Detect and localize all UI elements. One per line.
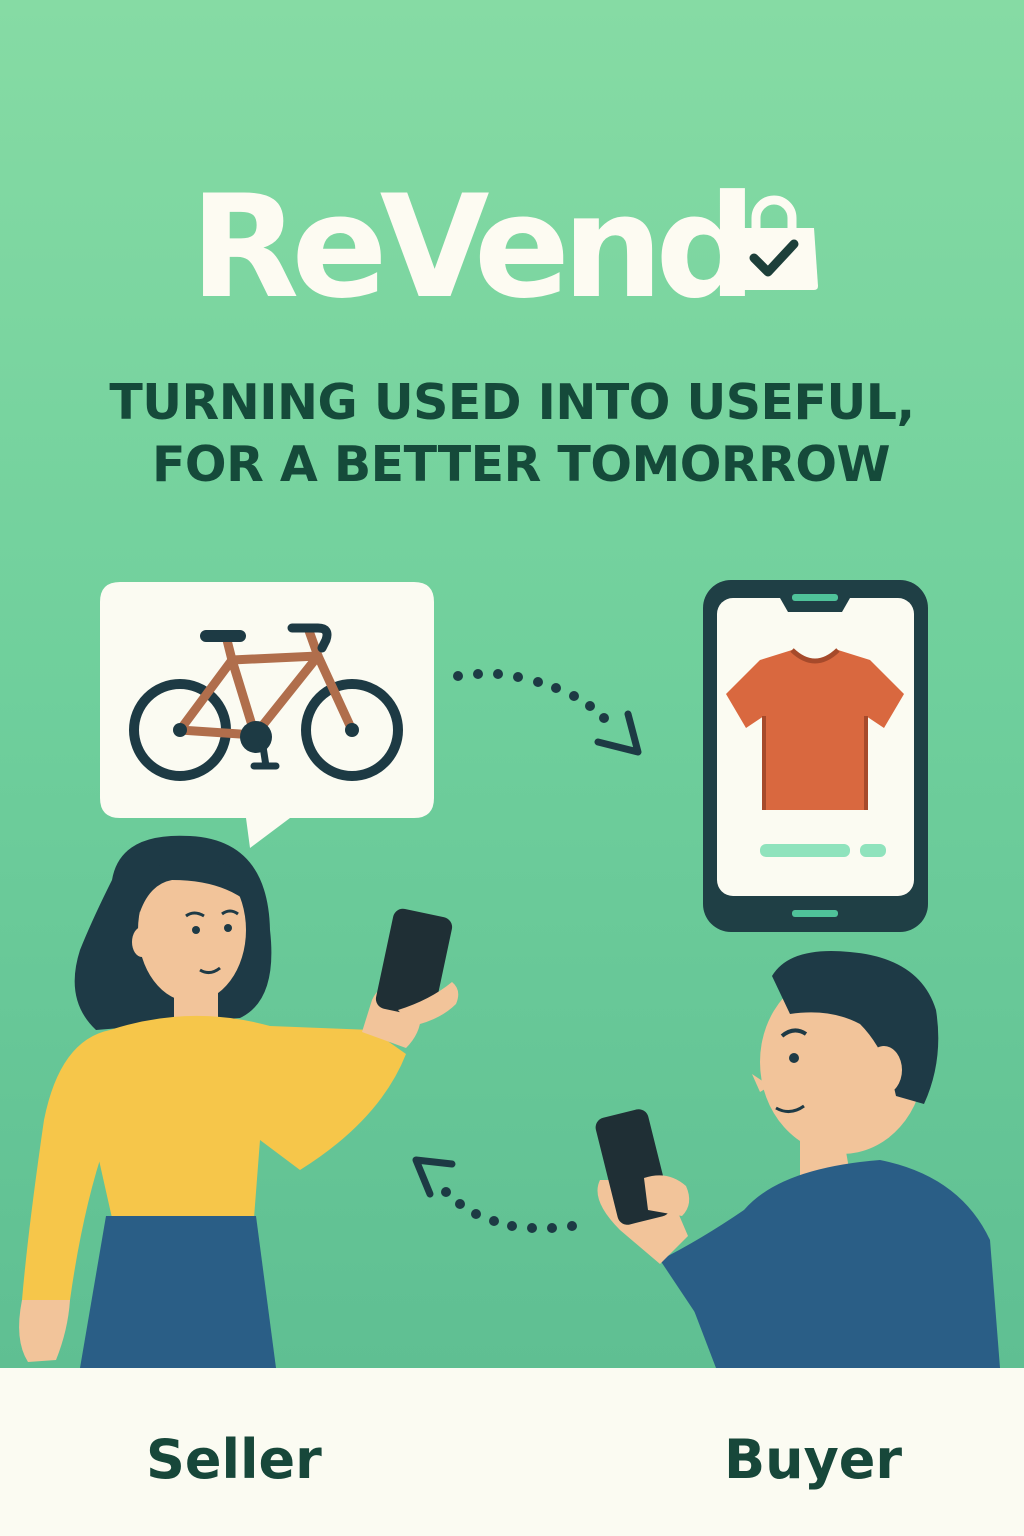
seller-person <box>19 835 459 1368</box>
buyer-label: Buyer <box>724 1428 903 1491</box>
buyer-person <box>595 951 1000 1368</box>
arrow-right-icon <box>453 669 642 756</box>
illustration <box>19 580 1000 1368</box>
arrow-left-icon <box>412 1156 577 1233</box>
poster: ReVend TURNING USED INTO USEFUL, FOR A B… <box>0 0 1024 1536</box>
seller-label: Seller <box>146 1428 322 1491</box>
